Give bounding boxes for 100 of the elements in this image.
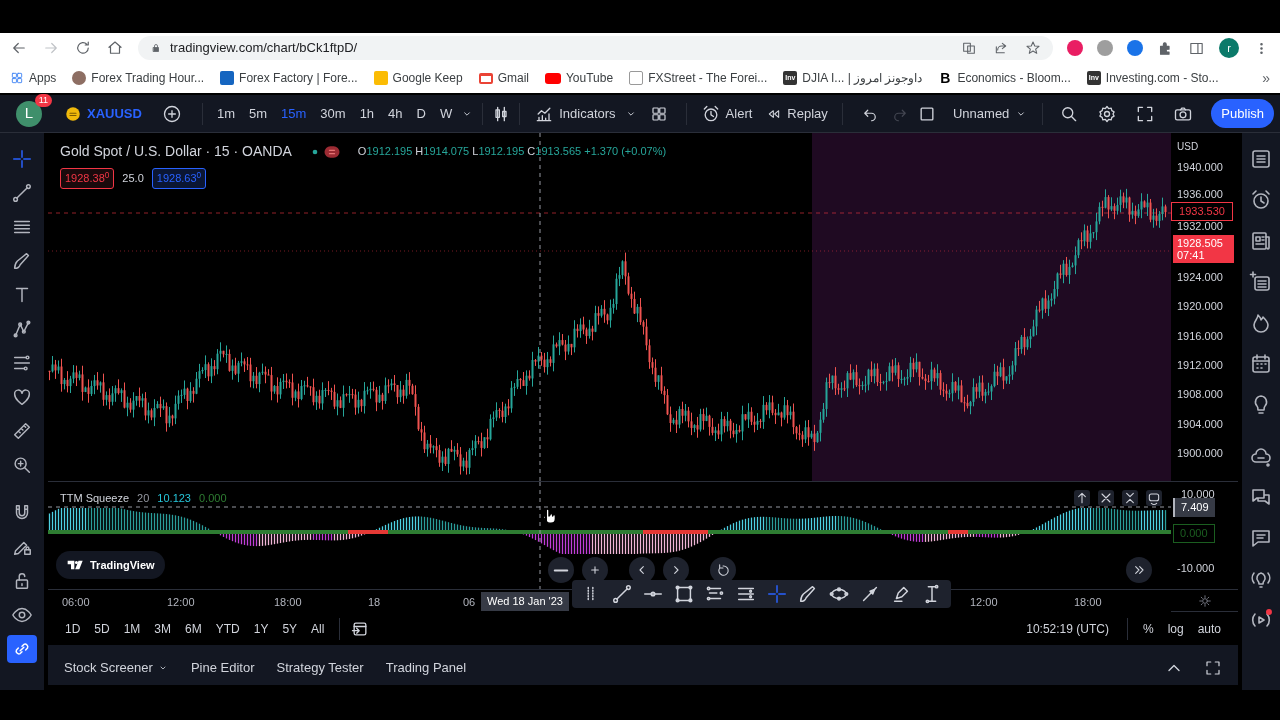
profile-avatar[interactable]: r [1219,38,1239,58]
panel-tab[interactable]: Pine Editor [182,653,263,682]
zoom-in-icon[interactable] [11,454,33,476]
interval-tab[interactable]: W [433,101,459,126]
sun-icon[interactable] [1197,593,1212,608]
indicator-length: 20 [137,491,150,506]
ohlc-values: O1912.195 H1914.075 L1912.195 C1913.565 +1.370 (+0.07%) [357,144,667,160]
collapse-icon[interactable] [1122,490,1138,506]
add-symbol-icon[interactable] [161,103,182,124]
home-icon[interactable] [106,39,124,57]
price-tick: 1904.000 [1177,416,1224,432]
star-icon[interactable] [1025,40,1041,56]
ruler-icon[interactable] [11,420,33,442]
rectangle-icon[interactable] [673,583,695,605]
heart-icon[interactable] [11,386,33,408]
translate-icon[interactable] [961,40,977,56]
move-up-icon[interactable] [1074,490,1090,506]
interval-tab[interactable]: 5m [242,101,274,126]
spread-value: 25.0 [122,171,144,186]
layout-grid-icon[interactable] [649,104,668,123]
zoom-out-button[interactable] [548,557,574,583]
bookmark-label[interactable]: FXStreet - The Forei... [648,69,768,87]
scale-option[interactable]: % [1137,617,1159,640]
range-button[interactable]: 1Y [248,617,274,640]
share-icon[interactable] [993,40,1009,56]
maximize-icon[interactable] [1204,658,1222,677]
indicator-zero-value: 0.000 [1173,524,1215,543]
time-tick: 06 [463,595,476,610]
alert-button[interactable]: Alert [694,101,759,126]
lock-icon [150,42,162,54]
range-button[interactable]: 1M [118,617,146,640]
bookmark-label[interactable]: Forex Factory | Fore... [239,69,358,87]
news-icon[interactable] [1249,229,1273,253]
bookmark-label[interactable]: Investing.com - Sto... [1105,69,1219,87]
bookmark-label[interactable]: YouTube [565,69,614,87]
panel-tab[interactable]: Stock Screener [56,653,177,682]
publish-button[interactable]: Publish [1211,98,1274,129]
favicon-icon [373,71,388,85]
indicators-button[interactable]: Indicators [528,101,622,126]
interval-tab[interactable]: 15m [275,101,313,126]
buy-price[interactable]: 1928.63$^{0}$ [151,168,207,189]
range-button[interactable]: 5Y [277,617,303,640]
close-icon[interactable] [1098,490,1114,506]
price-tick: 1940.000 [1177,160,1224,176]
zoom-in-button[interactable] [582,557,608,583]
crosshair-icon[interactable] [11,148,33,170]
interval-tab[interactable]: 30m [314,101,352,126]
bookmark-label[interactable]: Apps [29,69,57,87]
trend-line-icon[interactable] [611,583,633,605]
extension-icon[interactable] [1127,40,1143,56]
watchlist-icon[interactable] [1249,147,1273,171]
indicator-name[interactable]: TTM Squeeze [60,490,130,507]
extension-icon[interactable] [1097,40,1113,56]
bookmark-label[interactable]: DJIA I... | داوجونز امروز [802,69,923,87]
interval-tab[interactable]: 1h [353,101,381,126]
indicator-tick: -10.000 [1177,561,1215,576]
layout-name-button[interactable]: Unnamed [947,101,1035,126]
reset-button[interactable] [710,557,736,583]
more-icon[interactable] [1146,490,1162,506]
trend-line-icon[interactable] [11,182,33,204]
range-button[interactable]: All [306,617,330,640]
price-tick: 1932.000 [1177,218,1224,234]
price-tick: 1912.000 [1177,358,1224,374]
sell-price[interactable]: 1928.38$^{0}$ [60,168,115,189]
range-button[interactable]: 6M [180,617,207,640]
calendar-icon[interactable] [1249,352,1273,376]
more-bookmarks[interactable]: » [1262,67,1270,89]
bookmark-label[interactable]: Economics - Bloom... [957,69,1071,87]
scroll-to-end-button[interactable] [1126,557,1152,583]
bookmark-label[interactable]: Gmail [497,69,529,87]
reload-icon[interactable] [74,39,92,57]
interval-tab[interactable]: D [410,101,432,126]
range-button[interactable]: YTD [210,617,245,640]
address-bar[interactable]: tradingview.com/chart/bCk1ftpD/ [138,36,1053,60]
alarm-icon[interactable] [1249,188,1273,212]
scale-option[interactable]: log [1162,617,1189,640]
scale-option[interactable]: auto [1192,617,1226,640]
range-button[interactable]: 1D [60,617,86,640]
price-tick: 1920.000 [1177,299,1224,315]
add-list-icon[interactable] [1249,270,1273,294]
bookmark-label[interactable]: Google Keep [392,69,463,87]
panel-tab[interactable]: Trading Panel [377,653,475,682]
range-button[interactable]: 5D [89,617,115,640]
favicon-icon [629,71,644,85]
interval-tab[interactable]: 1m [210,101,241,126]
link-toggle[interactable] [7,635,37,663]
symbol-button[interactable]: XAUUSD [58,101,148,126]
time-tick: 12:00 [970,595,998,610]
currency-selector[interactable]: USD [1177,139,1238,155]
zoom-out-icon [553,567,569,573]
favicon-icon [220,71,235,85]
settings-icon[interactable] [1097,103,1118,124]
extension-icon[interactable] [1067,40,1083,56]
panel-tab[interactable]: Strategy Tester [268,653,372,682]
replay-button[interactable]: Replay [760,101,834,126]
pattern-icon[interactable] [11,318,33,340]
range-button[interactable]: 3M [149,617,177,640]
lines-icon[interactable] [11,352,33,374]
bookmark-label[interactable]: Forex Trading Hour... [91,69,205,87]
interval-tab[interactable]: 4h [382,101,409,126]
